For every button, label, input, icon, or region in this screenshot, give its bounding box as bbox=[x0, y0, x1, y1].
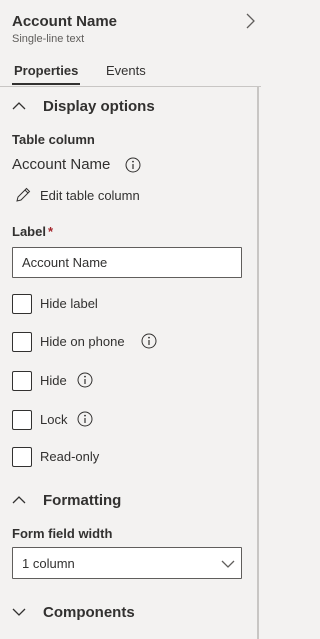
chevron-up-icon bbox=[12, 102, 26, 110]
section-formatting[interactable]: Formatting bbox=[12, 489, 121, 511]
label-input[interactable]: Account Name bbox=[12, 247, 242, 278]
form-field-width-value: 1 column bbox=[22, 556, 75, 571]
hide-checkbox[interactable] bbox=[12, 371, 32, 391]
section-components[interactable]: Components bbox=[12, 601, 135, 623]
label-field-label: Label * bbox=[12, 224, 53, 239]
lock-text: Lock bbox=[40, 412, 68, 427]
section-label: Formatting bbox=[43, 491, 122, 509]
info-icon[interactable] bbox=[77, 411, 93, 427]
pencil-icon bbox=[16, 187, 31, 202]
hide-label-checkbox[interactable] bbox=[12, 294, 32, 314]
hide-label-text: Hide label bbox=[40, 296, 98, 311]
hide-text: Hide bbox=[40, 373, 67, 388]
chevron-down-icon bbox=[221, 560, 235, 568]
table-column-value: Account Name bbox=[12, 156, 111, 173]
section-display-options[interactable]: Display options bbox=[12, 95, 155, 117]
section-label: Display options bbox=[43, 97, 155, 115]
label-text: Label bbox=[12, 224, 46, 239]
info-icon[interactable] bbox=[141, 333, 157, 349]
info-icon[interactable] bbox=[125, 157, 141, 173]
read-only-text: Read-only bbox=[40, 449, 100, 464]
lock-checkbox[interactable] bbox=[12, 410, 32, 430]
section-label: Components bbox=[43, 603, 135, 621]
chevron-down-icon bbox=[12, 608, 26, 616]
field-type-subtitle: Single-line text bbox=[12, 33, 85, 45]
hide-on-phone-checkbox[interactable] bbox=[12, 332, 32, 352]
hide-on-phone-text: Hide on phone bbox=[40, 334, 125, 349]
required-marker: * bbox=[47, 224, 54, 239]
info-icon[interactable] bbox=[77, 372, 93, 388]
scrollbar[interactable] bbox=[257, 86, 259, 639]
form-field-width-label: Form field width bbox=[12, 526, 113, 541]
form-field-width-select[interactable]: 1 column bbox=[12, 547, 242, 579]
read-only-checkbox[interactable] bbox=[12, 447, 32, 467]
tab-events[interactable]: Events bbox=[106, 63, 146, 78]
chevron-right-icon[interactable] bbox=[244, 13, 256, 29]
header-divider bbox=[0, 86, 261, 87]
table-column-label: Table column bbox=[12, 132, 95, 147]
properties-header: Account Name Single-line text Properties… bbox=[0, 0, 261, 86]
chevron-up-icon bbox=[12, 496, 26, 504]
edit-table-column-link[interactable]: Edit table column bbox=[15, 186, 140, 204]
tab-properties[interactable]: Properties bbox=[14, 63, 78, 78]
edit-table-column-label: Edit table column bbox=[40, 187, 140, 203]
active-tab-indicator bbox=[12, 83, 80, 85]
field-title: Account Name bbox=[12, 13, 118, 30]
